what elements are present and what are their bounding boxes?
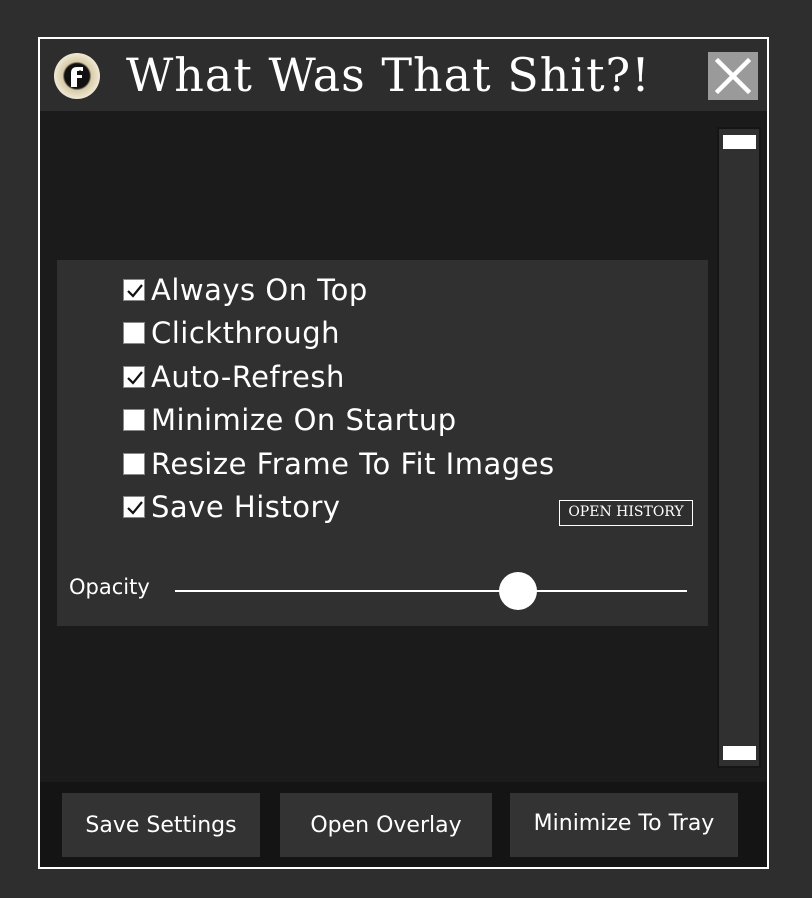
option-label: Auto-Refresh <box>151 360 345 394</box>
open-history-button[interactable]: OPEN HISTORY <box>559 500 693 526</box>
option-always-on-top[interactable]: Always On Top <box>123 272 368 308</box>
auto-refresh-checkbox[interactable] <box>123 366 145 388</box>
opacity-slider-thumb[interactable] <box>499 572 538 610</box>
save-history-checkbox[interactable] <box>123 496 145 518</box>
opacity-slider-track[interactable] <box>175 590 687 592</box>
scrollbar-top-handle[interactable] <box>723 135 756 149</box>
option-label: Save History <box>151 490 341 524</box>
option-label: Clickthrough <box>151 316 341 350</box>
checkmark-icon <box>127 371 143 385</box>
opacity-label: Opacity <box>69 575 150 599</box>
settings-panel: Always On Top Clickthrough Auto-Refresh … <box>57 260 708 626</box>
close-icon <box>714 57 752 95</box>
window-title: What Was That Shit?! <box>126 48 651 102</box>
option-auto-refresh[interactable]: Auto-Refresh <box>123 359 345 395</box>
option-clickthrough[interactable]: Clickthrough <box>123 315 340 351</box>
option-label: Always On Top <box>151 273 368 307</box>
option-label: Minimize On Startup <box>151 403 457 437</box>
close-button[interactable] <box>708 52 758 100</box>
open-overlay-button[interactable]: Open Overlay <box>280 793 492 857</box>
minimize-to-tray-button[interactable]: Minimize To Tray <box>510 793 738 857</box>
footer-bar: Save Settings Open Overlay Minimize To T… <box>40 782 767 867</box>
option-minimize-on-startup[interactable]: Minimize On Startup <box>123 402 457 438</box>
app-logo-icon <box>54 53 100 99</box>
option-label: Resize Frame To Fit Images <box>151 447 555 481</box>
option-save-history[interactable]: Save History <box>123 489 341 525</box>
minimize-on-startup-checkbox[interactable] <box>123 409 145 431</box>
app-window: What Was That Shit?! Always On Top Click… <box>38 37 769 869</box>
checkmark-icon <box>127 501 143 515</box>
checkmark-icon <box>127 284 143 298</box>
option-resize-frame[interactable]: Resize Frame To Fit Images <box>123 446 555 482</box>
save-settings-button[interactable]: Save Settings <box>62 793 260 857</box>
resize-frame-checkbox[interactable] <box>123 453 145 475</box>
clickthrough-checkbox[interactable] <box>123 322 145 344</box>
vertical-scrollbar[interactable] <box>717 127 761 768</box>
scrollbar-bottom-handle[interactable] <box>723 746 756 760</box>
title-bar[interactable]: What Was That Shit?! <box>40 39 767 111</box>
always-on-top-checkbox[interactable] <box>123 279 145 301</box>
